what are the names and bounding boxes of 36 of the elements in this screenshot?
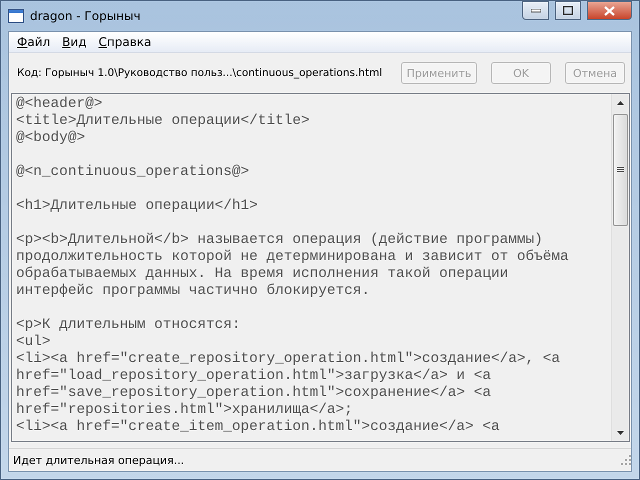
scrollbar-thumb[interactable] [613,114,628,226]
scroll-up-icon [617,100,624,104]
close-icon [604,6,615,16]
status-text: Идет длительная операция... [13,454,186,466]
code-line: интерфейс программы частично блокируется. [16,283,372,300]
maximize-button[interactable] [555,1,581,20]
code-editor[interactable] [11,93,630,442]
code-line: href="save_repository_operation.html">сохранение</a> <a [16,385,492,402]
resize-grip-icon[interactable] [621,455,631,465]
scrollbar[interactable] [611,94,629,441]
scroll-down-icon [617,430,624,434]
code-line: @<n_continuous_operations@> [16,164,250,181]
maximize-icon [563,6,573,15]
code-line: <h1>Длительные операции</h1> [16,198,259,215]
code-line: обрабатываемых данных. На время исполнения такой операции [16,266,510,283]
code-line: <ul> [16,334,52,351]
code-line: href="repositories.html">хранилища</a>; [16,402,354,419]
menu-item[interactable]: Вид [56,35,93,49]
grip-icon [617,167,624,173]
close-button[interactable] [587,1,632,20]
code-line: <p><b>Длительной</b> называется операция (действие программы) [16,232,544,249]
code-line: <title>Длительные операции</title> [16,113,311,130]
menu-item[interactable]: Справка [92,35,158,49]
window-icon [8,9,24,23]
minimize-button[interactable] [522,1,549,20]
file-path: Код: Горыныч 1.0\Руководство польз...\continuous_operations.html [17,67,384,79]
code-line: @<body@> [16,130,86,147]
window-title: dragon - Горыныч [30,9,142,23]
code-line: href="load_repository_operation.html">загрузка</a> и <a [16,368,492,385]
menu-item[interactable]: Файл [11,35,56,49]
code-line: @<header@> [16,96,104,113]
code-line: <li><a href="create_item_operation.html">создание</a> <a [16,419,501,436]
code-line: <p>К длительным относятся: [16,317,242,334]
code-line: <li><a href="create_repository_operation.html">создание</a>, <a [16,351,562,368]
code-line: продолжительность которой не детерминирована и зависит от объёма [16,249,570,266]
minimize-icon [530,8,540,12]
